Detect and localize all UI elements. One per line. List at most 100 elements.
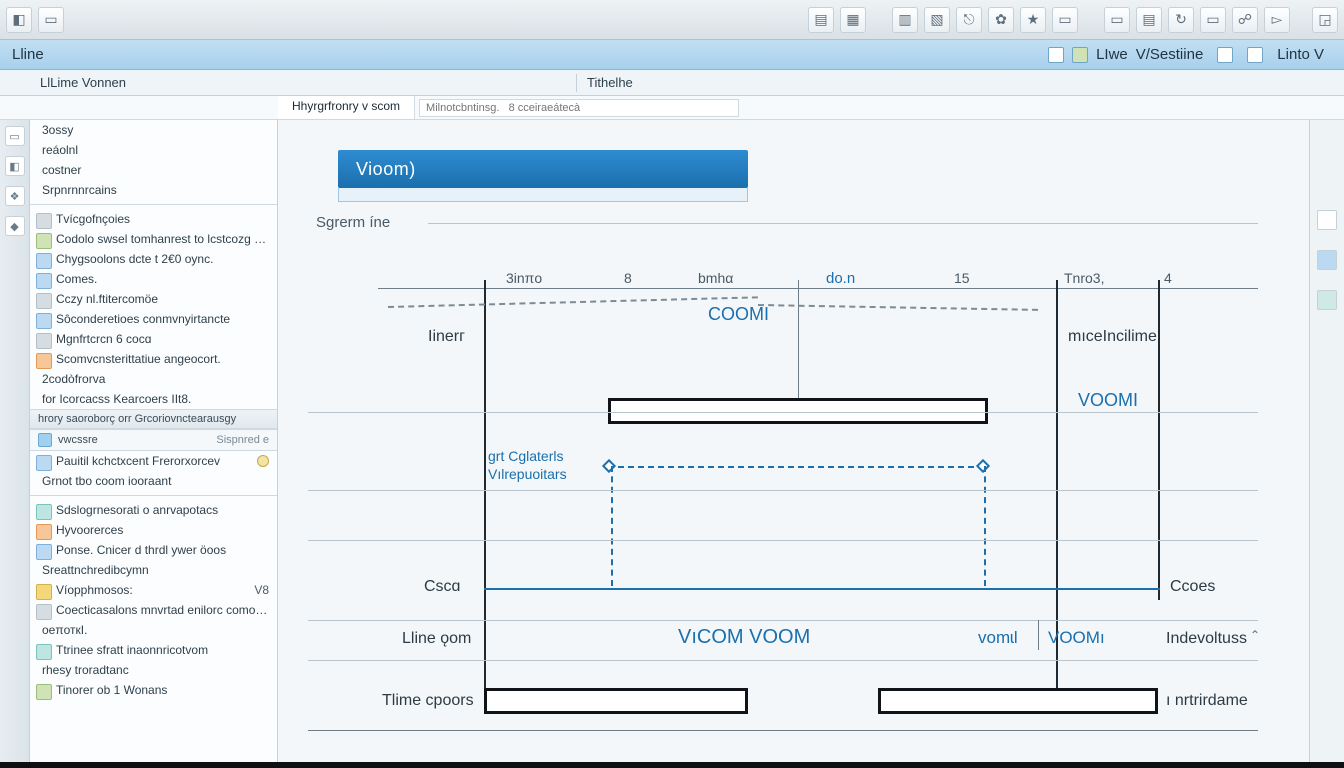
dash-connector [608,466,984,468]
chevron-icon[interactable]: ⌃ [1250,628,1260,642]
title-right-icon-1[interactable] [1217,47,1233,63]
diagram-title-button[interactable]: Vioom) [338,150,748,188]
sidebar-item[interactable]: Srpnrnnrcains [30,180,277,200]
sidebar-item[interactable]: Víopphmosos:V8 [30,580,277,600]
tb-page-icon[interactable]: ▭ [1052,7,1078,33]
sidebar-item[interactable]: reáolnl [30,140,277,160]
axis-top [378,288,1258,289]
tb-grid-icon[interactable]: ▤ [808,7,834,33]
tb-layout-icon[interactable]: ▥ [892,7,918,33]
sidebar-item[interactable]: rhesy troradtanc [30,660,277,680]
trend-dash-2 [758,304,1038,311]
tab-history[interactable]: Hhyrgrfronry v scom [278,96,415,119]
sidebar-item[interactable]: Sdslogrnesorati o anrvapotacs [30,500,277,520]
sidebar-item[interactable]: Hyvoorerces [30,520,277,540]
diagram-canvas[interactable]: Vioom) Sgrerm íne 3inπo 8 bmhα do.n 15 T… [278,120,1310,768]
sidebar-item[interactable]: Scomvcnsterittatiue angeocort. [30,349,277,369]
title-right-1[interactable]: V/Sestiine [1136,46,1204,63]
sidebar-item[interactable]: Tvícgofnçoies [30,209,277,229]
left-vertical-toolbar: ▭ ◧ ❖ ◆ [0,120,30,768]
tick: do.n [826,270,855,287]
tb-users-icon[interactable]: ☍ [1232,7,1258,33]
row-label: Lline ǫom [402,630,471,648]
tb-refresh-icon[interactable]: ↻ [1168,7,1194,33]
bar-bottom-1[interactable] [484,688,748,714]
sidebar-item[interactable]: Ponse. Cnicer d thrdl ywer öoos [30,540,277,560]
tb-export-icon[interactable]: ▻ [1264,7,1290,33]
vbtn-3[interactable]: ❖ [5,186,25,206]
tb-link-icon[interactable]: ⎋ [956,7,982,33]
sidebar-item[interactable]: costner [30,160,277,180]
tick: 4 [1164,270,1172,286]
rbtn-1[interactable] [1317,210,1337,230]
title-mini-icon-1[interactable] [1048,47,1064,63]
row-label: Ccoes [1170,578,1215,596]
sidebar-item[interactable]: 2codòfrorva [30,369,277,389]
window-titlebar: Lline LIwe V/Sestiine Linto V [0,40,1344,70]
title-right-icon-2[interactable] [1247,47,1263,63]
title-mini-icon-2[interactable] [1072,47,1088,63]
tb-gear-icon[interactable]: ✿ [988,7,1014,33]
tb-db-icon[interactable]: ▤ [1136,7,1162,33]
vline-center [798,280,799,410]
tb-save-icon[interactable]: ▭ [1104,7,1130,33]
right-tool-strip [1310,120,1344,768]
vbtn-1[interactable]: ▭ [5,126,25,146]
sidebar-item[interactable]: Sreattnchredibcymn [30,560,277,580]
sidebar-group-2: Tvícgofnçoies Codolo swsel tomhanrest to… [30,209,277,409]
sidebar-item[interactable]: Grnot tbo coom iooraant [30,471,277,491]
vbtn-2[interactable]: ◧ [5,156,25,176]
tb-open-icon[interactable]: ▭ [38,7,64,33]
sidebar-item[interactable]: Sôconderetioes conmvnyirtancte [30,309,277,329]
row-label: grt Cglaterls [488,448,563,464]
sidebar-item[interactable]: оеπоткI. [30,620,277,640]
sidebar-item[interactable]: Tinorer ob 1 Wonans [30,680,277,700]
marker-right [976,459,990,473]
sidebar-group-4: Sdslogrnesorati o anrvapotacs Hyvoorerce… [30,500,277,700]
row-label: Cscɑ [424,578,460,596]
window-bottom-edge [0,762,1344,768]
sidebar-item[interactable]: 3ossy [30,120,277,140]
title-tab-2[interactable]: LIwe [1096,46,1128,63]
diagram-title-under [338,188,748,202]
gridline [308,540,1258,541]
sidebar-item[interactable]: Comes. [30,269,277,289]
sidebar-item[interactable]: Mgnfrtcrcn 6 cocɑ [30,329,277,349]
tb-layout2-icon[interactable]: ▧ [924,7,950,33]
voom-pair2: VOOMı [1048,628,1105,648]
sidebar-item[interactable]: Ttrinee sfratt inaonnricotvom [30,640,277,660]
diagram-subtitle: Sgrerm íne [316,214,390,231]
tab-search-input[interactable] [419,99,739,117]
tb-doc-icon[interactable]: ◧ [6,7,32,33]
sidebar-item[interactable]: Cczy nl.ftitercomöe [30,289,277,309]
title-right-2[interactable]: Linto V [1277,46,1324,63]
voom-pair1: vomɩl [978,628,1018,648]
doc-left-label: LlLime Vonnen [40,75,126,90]
tb-star-icon[interactable]: ★ [1020,7,1046,33]
tick: 15 [954,270,970,286]
tb-grid2-icon[interactable]: ▦ [840,7,866,33]
sidebar-item[interactable]: for Icorcacss Kearcoers IIt8. [30,389,277,409]
row-label: mıceIncilime [1068,328,1157,346]
row-label: Indevoltuss [1166,630,1247,648]
tick: Tnro3, [1064,270,1104,286]
sidebar-group-1: 3ossy reáolnl costner Srpnrnnrcains [30,120,277,200]
sidebar-group-3: Pauitil kchctxcent Frerorxorcev Grnot tb… [30,451,277,491]
tb-page2-icon[interactable]: ▭ [1200,7,1226,33]
marker-left [602,459,616,473]
sidebar-section-header-2[interactable]: hrory saoroborç orr Grcoriovnctearausgy [30,409,277,429]
sidebar-item[interactable]: Chygsoolons dcte t 2€0 oync. [30,249,277,269]
rbtn-3[interactable] [1317,290,1337,310]
sidebar-item[interactable]: Coecticasalons mnvrtad enilorc comomonou… [30,600,277,620]
rbtn-2[interactable] [1317,250,1337,270]
trend-dash-1 [388,296,758,308]
bar-1[interactable] [608,398,988,424]
vbtn-4[interactable]: ◆ [5,216,25,236]
center-label: COOMI [708,304,769,325]
bar-bottom-2[interactable] [878,688,1158,714]
sub-tab-bar: Hhyrgrfronry v scom [0,96,1344,120]
subtitle-rule [428,223,1258,224]
sidebar-item[interactable]: Pauitil kchctxcent Frerorxorcev [30,451,277,471]
tb-corner-icon[interactable]: ◲ [1312,7,1338,33]
sidebar-item[interactable]: Codolo swsel tomhanrest to lcstcozɡ Enst… [30,229,277,249]
